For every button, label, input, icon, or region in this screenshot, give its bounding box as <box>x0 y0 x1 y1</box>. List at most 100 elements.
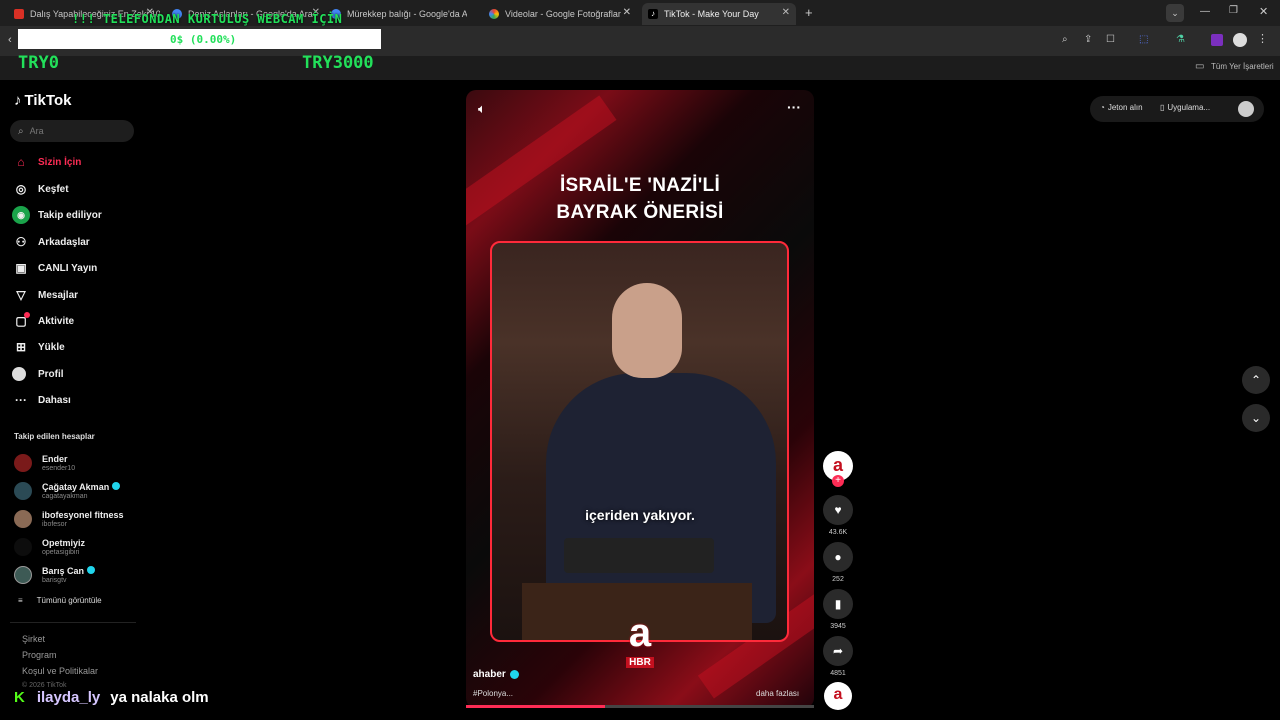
account-name: Opetmiyiz <box>42 537 86 548</box>
tab-favicon-icon <box>489 9 499 19</box>
comment-count: 252 <box>832 576 844 583</box>
nav-item-live[interactable]: ▣ CANLI Yayın <box>12 257 97 279</box>
account-handle: cagatayakman <box>42 492 88 500</box>
see-all-link[interactable]: ≡ Tümünü görüntüle <box>18 596 102 605</box>
sound-disc[interactable]: a <box>823 682 853 710</box>
previous-video-button[interactable]: ⌃ <box>1242 366 1270 394</box>
lab-icon[interactable]: ⚗ <box>1176 34 1185 45</box>
tiktok-favicon-icon: ♪ <box>648 9 658 19</box>
menu-icon[interactable]: ⋮ <box>1257 32 1268 45</box>
video-headline: İSRAİL'E 'NAZİ'Lİ BAYRAK ÖNERİSİ <box>466 172 814 226</box>
nav-label: Profil <box>38 368 64 380</box>
channel-logo-sub: HBR <box>626 657 654 668</box>
tiktok-logo[interactable]: ♪ TikTok <box>14 92 71 109</box>
chat-badge: K <box>14 689 25 706</box>
overlay-progress: 0$ (0.00%) <box>170 33 237 46</box>
followed-account[interactable]: Barış Can barisgtv <box>14 562 95 588</box>
nav-item-following[interactable]: ◉ Takip ediliyor <box>12 204 102 226</box>
nav-item-upload[interactable]: ⊞ Yükle <box>12 336 65 358</box>
save-button[interactable]: ▮ 3945 <box>823 589 853 630</box>
close-tab-icon[interactable]: ✕ <box>782 7 790 18</box>
divider <box>10 622 136 623</box>
search-box[interactable]: ⌕ Ara <box>10 120 134 142</box>
copyright: © 2026 TikTok <box>22 682 67 689</box>
nav-item-more[interactable]: ··· Dahası <box>12 389 71 411</box>
chevron-down-icon: ⌄ <box>1250 411 1262 425</box>
verified-badge-icon <box>86 565 95 574</box>
upload-icon: ⊞ <box>15 340 27 354</box>
following-icon: ◉ <box>12 206 30 224</box>
all-bookmarks-link[interactable]: Tüm Yer İşaretleri <box>1211 62 1274 71</box>
video-progress-track[interactable] <box>466 705 814 708</box>
follow-plus-icon[interactable]: + <box>832 475 844 487</box>
tab-search-icon[interactable]: ⌄ <box>1166 4 1184 22</box>
search-icon: ⌕ <box>18 125 24 137</box>
nav-item-activity[interactable]: ▢ Aktivite <box>12 310 74 332</box>
new-tab-button[interactable]: + <box>805 5 813 20</box>
get-app-button[interactable]: ▯ Uygulama... <box>1160 103 1210 112</box>
video-hashtag[interactable]: #Polonya... <box>473 689 513 698</box>
overlay-banner: !!! TELEFONDAN KURTULUŞ WEBCAM İÇİN <box>72 12 343 26</box>
account-name: Ender <box>42 453 68 464</box>
headline-line: BAYRAK ÖNERİSİ <box>556 202 724 223</box>
search-input[interactable]: Ara <box>30 126 44 136</box>
close-tab-icon[interactable]: ✕ <box>623 7 631 18</box>
nav-item-for-you[interactable]: ⌂ Sizin İçin <box>12 151 81 173</box>
footer-link[interactable]: Koşul ve Politikalar <box>22 666 98 676</box>
profile-avatar-icon[interactable] <box>1233 33 1247 47</box>
extension-icon[interactable]: ⬚ <box>1139 34 1148 45</box>
browser-tab-active[interactable]: ♪ TikTok - Make Your Day ✕ <box>642 3 796 25</box>
nav-item-explore[interactable]: ◎ Keşfet <box>12 178 69 200</box>
followed-account[interactable]: Çağatay Akman cagatayakman <box>14 478 120 504</box>
nav-item-friends[interactable]: ⚇ Arkadaşlar <box>12 231 90 253</box>
share-button[interactable]: ➦ 4851 <box>823 636 853 677</box>
zoom-icon[interactable]: ⌕ <box>1062 34 1068 45</box>
close-window-icon[interactable]: ✕ <box>1259 5 1268 18</box>
minimize-icon[interactable]: — <box>1200 6 1210 17</box>
footer-link[interactable]: Program <box>22 650 57 660</box>
comment-button[interactable]: ● 252 <box>823 542 853 583</box>
nav-label: Takip ediliyor <box>38 209 102 221</box>
video-author[interactable]: ahaber <box>473 669 519 680</box>
friends-icon: ⚇ <box>15 235 27 249</box>
overlay-left-amount: TRY0 <box>18 53 59 73</box>
followed-account[interactable]: Ender esender10 <box>14 450 75 476</box>
share-icon[interactable]: ⇪ <box>1084 34 1092 45</box>
compass-icon: ◎ <box>15 182 27 196</box>
get-coins-label: Jeton alın <box>1107 103 1143 112</box>
restore-icon[interactable]: ❐ <box>1229 5 1238 16</box>
get-app-label: Uygulama... <box>1167 103 1211 112</box>
creator-avatar[interactable]: a + <box>823 451 853 487</box>
account-name: ibofesyonel fitness <box>42 509 124 520</box>
comment-icon: ● <box>823 542 853 572</box>
nav-item-profile[interactable]: Profil <box>12 363 64 385</box>
account-name: Barış Can <box>42 565 85 576</box>
get-coins-button[interactable]: ◔ Jeton alın <box>1100 103 1143 112</box>
footer-link[interactable]: Şirket <box>22 634 45 644</box>
bookmark-star-icon[interactable]: ☐ <box>1106 34 1115 45</box>
video-more-icon[interactable]: ··· <box>787 99 801 115</box>
like-button[interactable]: ♥ 43.6K <box>823 495 853 536</box>
nav-item-messages[interactable]: ▽ Mesajlar <box>12 284 78 306</box>
browser-tab[interactable]: Videolar - Google Fotoğraflar ✕ <box>483 3 637 25</box>
nav-label: Aktivite <box>38 315 75 327</box>
nav-label: CANLI Yayın <box>38 262 98 274</box>
user-avatar[interactable] <box>1238 101 1254 117</box>
next-video-button[interactable]: ⌄ <box>1242 404 1270 432</box>
following-section-title: Takip edilen hesaplar <box>14 432 95 441</box>
see-more-link[interactable]: daha fazlası <box>756 689 799 698</box>
nav-label: Keşfet <box>38 183 69 195</box>
account-name: Çağatay Akman <box>42 481 110 492</box>
followed-account[interactable]: Opetmiyiz opetasigibiri <box>14 534 85 560</box>
tab-title: TikTok - Make Your Day <box>664 9 759 19</box>
share-arrow-icon: ➦ <box>823 636 853 666</box>
logo-text: TikTok <box>24 92 72 109</box>
followed-account[interactable]: ibofesyonel fitness ibofesor <box>14 506 124 532</box>
back-icon[interactable]: ‹ <box>8 34 12 46</box>
nav-label: Sizin İçin <box>38 156 82 168</box>
avatar <box>14 538 32 556</box>
extension-purple-icon[interactable] <box>1211 34 1223 46</box>
avatar <box>14 454 32 472</box>
nav-label: Arkadaşlar <box>38 236 90 248</box>
volume-icon[interactable]: 🔈︎ <box>478 101 486 117</box>
